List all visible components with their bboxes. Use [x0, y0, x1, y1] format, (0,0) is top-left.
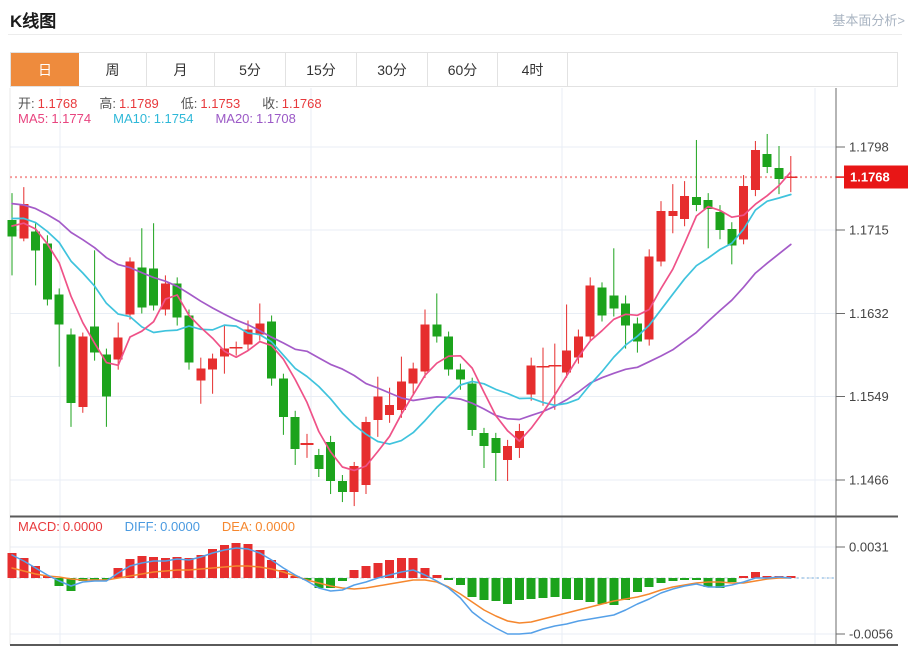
- candles-group: [8, 134, 798, 506]
- price-tick-1-label: 1.1715: [849, 223, 889, 238]
- title-divider: [8, 34, 902, 35]
- tab-周[interactable]: 周: [79, 53, 147, 86]
- tab-月[interactable]: 月: [147, 53, 215, 86]
- ma-value-0: 1.1774: [51, 111, 91, 126]
- tab-5分[interactable]: 5分: [215, 53, 286, 86]
- ma-legend: MA5:1.1774 MA10:1.1754 MA20:1.1708: [18, 111, 318, 126]
- macd-label-1: DIFF:: [125, 519, 158, 534]
- ma-value-1: 1.1754: [154, 111, 194, 126]
- ohlc-value-3: 1.1768: [282, 96, 322, 111]
- fundamental-analysis-link[interactable]: 基本面分析>: [832, 10, 905, 29]
- macd-tick-0-label: 0.0031: [849, 540, 889, 555]
- ohlc-value-0: 1.1768: [38, 96, 78, 111]
- page-title: K线图: [10, 7, 56, 32]
- macd-value-1: 0.0000: [160, 519, 200, 534]
- tab-15分[interactable]: 15分: [286, 53, 357, 86]
- ohlc-legend: 开:1.1768高:1.1789低:1.1753收:1.1768: [18, 93, 344, 112]
- kline-page: K线图 基本面分析> 日周月5分15分30分60分4时 开:1.1768高:1.…: [0, 0, 908, 648]
- ma-value-2: 1.1708: [256, 111, 296, 126]
- ohlc-label-2: 低:: [181, 96, 198, 111]
- ohlc-label-3: 收:: [262, 96, 279, 111]
- current-price-label: 1.1768: [850, 170, 890, 185]
- macd-value-0: 0.0000: [63, 519, 103, 534]
- ohlc-label-0: 开:: [18, 96, 35, 111]
- macd-label-0: MACD:: [18, 519, 60, 534]
- ma-label-2: MA20:: [215, 111, 253, 126]
- price-tick-0-label: 1.1798: [849, 140, 889, 155]
- macd-value-2: 0.0000: [255, 519, 295, 534]
- timeframe-tabbar: 日周月5分15分30分60分4时: [10, 52, 898, 87]
- macd-tick-1-label: -0.0056: [849, 627, 893, 642]
- kline-chart-svg: 1.1798 1.1715 1.1632 1.1549 1.1466 0.0031 -0.0…: [0, 88, 908, 648]
- macd-label-2: DEA:: [222, 519, 252, 534]
- macd-bars-group: [8, 543, 796, 605]
- ohlc-value-2: 1.1753: [200, 96, 240, 111]
- ma-label-1: MA10:: [113, 111, 151, 126]
- tab-日[interactable]: 日: [11, 53, 79, 86]
- tab-30分[interactable]: 30分: [357, 53, 428, 86]
- ma5-line: [12, 172, 791, 471]
- tab-60分[interactable]: 60分: [428, 53, 498, 86]
- tab-4时[interactable]: 4时: [498, 53, 568, 86]
- price-tick-3-label: 1.1549: [849, 389, 889, 404]
- ohlc-label-1: 高:: [99, 96, 116, 111]
- macd-legend: MACD:0.0000DIFF:0.0000DEA:0.0000: [18, 519, 317, 534]
- price-tick-4-label: 1.1466: [849, 472, 889, 487]
- ohlc-value-1: 1.1789: [119, 96, 159, 111]
- price-tick-2-label: 1.1632: [849, 306, 889, 321]
- tabbar-filler: [568, 53, 897, 86]
- ma-label-0: MA5:: [18, 111, 48, 126]
